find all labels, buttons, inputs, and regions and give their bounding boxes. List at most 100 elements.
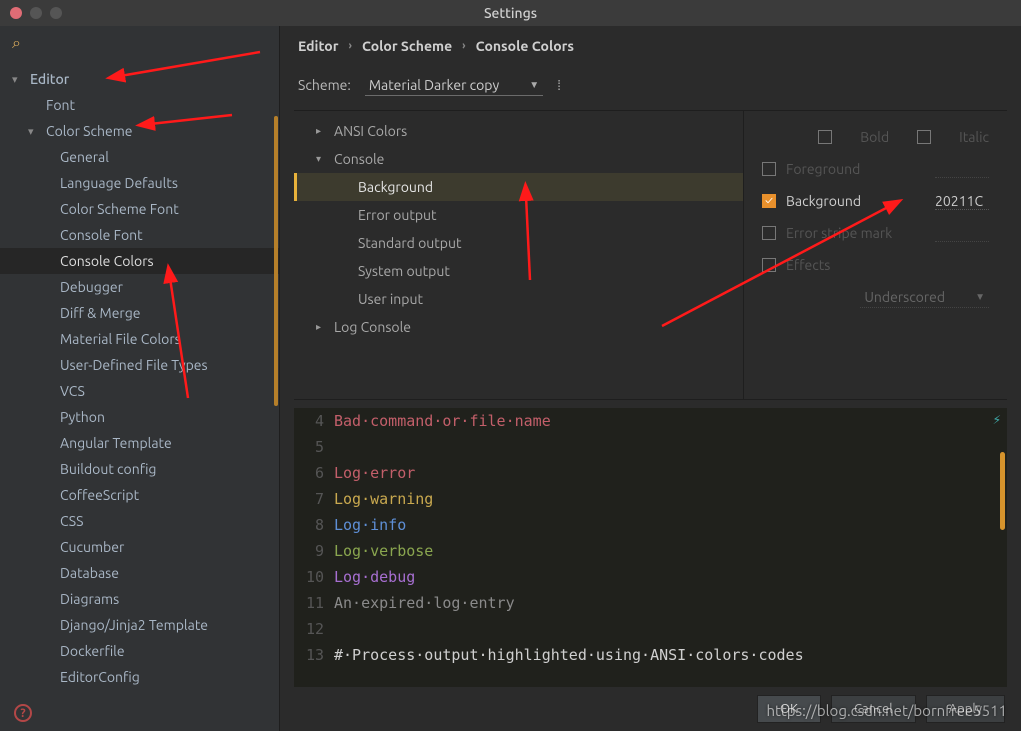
sidebar-item[interactable]: Diff & Merge — [0, 300, 279, 326]
sidebar-item-label: Diagrams — [60, 591, 119, 607]
effects-label: Effects — [786, 257, 830, 273]
breadcrumb-item[interactable]: Editor — [298, 38, 338, 54]
category-label: System output — [358, 263, 450, 279]
sidebar-item[interactable]: Font — [0, 92, 279, 118]
preview-token: ·verbose — [361, 542, 433, 560]
line-number: 8 — [294, 516, 324, 534]
preview-line: 8 Log·info — [294, 512, 1007, 538]
sidebar-item[interactable]: Console Font — [0, 222, 279, 248]
sidebar-scrollbar[interactable] — [274, 116, 278, 406]
sidebar-item[interactable]: Material File Colors — [0, 326, 279, 352]
sidebar-item[interactable]: Console Colors — [0, 248, 279, 274]
sidebar-item-label: Console Font — [60, 227, 143, 243]
ok-button[interactable]: OK — [757, 695, 821, 723]
category-label: User input — [358, 291, 423, 307]
error-stripe-checkbox[interactable] — [762, 226, 776, 240]
chevron-icon: ▾ — [316, 153, 326, 165]
foreground-value[interactable] — [935, 161, 989, 178]
preview-token: ·info — [361, 516, 406, 534]
gear-icon[interactable]: ⁞ — [557, 77, 561, 93]
preview-token: Log — [334, 516, 361, 534]
chevron-right-icon: › — [462, 40, 465, 52]
preview-line: 12 — [294, 616, 1007, 642]
sidebar-item-label: Debugger — [60, 279, 123, 295]
sidebar-item[interactable]: Color Scheme Font — [0, 196, 279, 222]
category-item[interactable]: ▾Console — [294, 145, 743, 173]
window-title: Settings — [0, 5, 1021, 21]
italic-checkbox[interactable] — [917, 130, 931, 144]
preview-token: Log — [334, 568, 361, 586]
preview-token: ·command·or·file·name — [361, 412, 551, 430]
chevron-icon: ▸ — [316, 125, 326, 137]
sidebar-item[interactable]: Dockerfile — [0, 638, 279, 664]
category-item[interactable]: ▸Log Console — [294, 313, 743, 341]
sidebar-item-label: Python — [60, 409, 105, 425]
category-item[interactable]: Error output — [294, 201, 743, 229]
effects-value: Underscored — [864, 289, 945, 305]
sidebar-item-label: Color Scheme — [46, 123, 133, 139]
sidebar-item[interactable]: CoffeeScript — [0, 482, 279, 508]
breadcrumb-item[interactable]: Color Scheme — [362, 38, 452, 54]
sidebar-item[interactable]: User-Defined File Types — [0, 352, 279, 378]
sidebar-item[interactable]: General — [0, 144, 279, 170]
category-item[interactable]: ▸ANSI Colors — [294, 117, 743, 145]
search-icon[interactable]: ⌕ — [12, 34, 21, 53]
sidebar-item[interactable]: EditorConfig — [0, 664, 279, 690]
cancel-button[interactable]: Cancel — [831, 695, 916, 723]
sidebar-item-label: Color Scheme Font — [60, 201, 179, 217]
sidebar-item[interactable]: CSS — [0, 508, 279, 534]
preview-line: 10Log·debug — [294, 564, 1007, 590]
sidebar-item-label: Language Defaults — [60, 175, 178, 191]
effects-checkbox[interactable] — [762, 258, 776, 272]
category-label: Background — [358, 179, 433, 195]
line-number: 6 — [294, 464, 324, 482]
foreground-checkbox[interactable] — [762, 162, 776, 176]
bold-checkbox[interactable] — [818, 130, 832, 144]
titlebar: Settings — [0, 0, 1021, 26]
lightning-icon[interactable]: ⚡ — [993, 412, 1001, 428]
breadcrumb: Editor › Color Scheme › Console Colors — [280, 26, 1021, 66]
line-number: 13 — [294, 646, 324, 664]
scheme-dropdown[interactable]: Material Darker copy ▼ — [365, 75, 543, 96]
chevron-down-icon: ▼ — [529, 79, 539, 91]
sidebar-item[interactable]: Angular Template — [0, 430, 279, 456]
sidebar-item[interactable]: ▾Color Scheme — [0, 118, 279, 144]
category-item[interactable]: Standard output — [294, 229, 743, 257]
sidebar-item[interactable]: Database — [0, 560, 279, 586]
preview-token: ·debug — [361, 568, 415, 586]
sidebar-item-label: Font — [46, 97, 75, 113]
category-item[interactable]: System output — [294, 257, 743, 285]
category-item[interactable]: User input — [294, 285, 743, 313]
error-stripe-value[interactable] — [935, 225, 989, 242]
sidebar-item-label: VCS — [60, 383, 85, 399]
apply-button[interactable]: Apply — [926, 695, 1005, 723]
sidebar-item[interactable]: Diagrams — [0, 586, 279, 612]
category-tree[interactable]: ▸ANSI Colors▾Console Background Error outp… — [294, 111, 744, 399]
sidebar-item-label: Material File Colors — [60, 331, 181, 347]
background-checkbox[interactable]: ✓ — [762, 194, 776, 208]
chevron-icon: ▸ — [316, 321, 326, 333]
sidebar-item-label: Editor — [30, 71, 69, 87]
sidebar-item[interactable]: Django/Jinja2 Template — [0, 612, 279, 638]
preview-scrollbar[interactable] — [1000, 452, 1005, 530]
preview-line: 6Log·error — [294, 460, 1007, 486]
line-number: 9 — [294, 542, 324, 560]
category-item[interactable]: Background — [294, 173, 743, 201]
sidebar-item[interactable]: Python — [0, 404, 279, 430]
sidebar-item[interactable]: Cucumber — [0, 534, 279, 560]
settings-tree[interactable]: ▾Editor Font ▾Color SchemeGeneral Language … — [0, 60, 279, 695]
preview-token: Log — [334, 464, 361, 482]
sidebar-item-label: Cucumber — [60, 539, 124, 555]
background-value[interactable]: 20211C — [935, 193, 989, 210]
sidebar-item[interactable]: ▾Editor — [0, 66, 279, 92]
sidebar-item[interactable]: Language Defaults — [0, 170, 279, 196]
sidebar-item[interactable]: Buildout config — [0, 456, 279, 482]
help-icon[interactable]: ? — [14, 704, 32, 722]
sidebar-item[interactable]: VCS — [0, 378, 279, 404]
scheme-label: Scheme: — [298, 77, 351, 93]
sidebar-item-label: Angular Template — [60, 435, 172, 451]
sidebar-item-label: Django/Jinja2 Template — [60, 617, 208, 633]
effects-dropdown[interactable]: Underscored ▼ — [860, 287, 989, 308]
breadcrumb-item: Console Colors — [476, 38, 574, 54]
sidebar-item[interactable]: Debugger — [0, 274, 279, 300]
